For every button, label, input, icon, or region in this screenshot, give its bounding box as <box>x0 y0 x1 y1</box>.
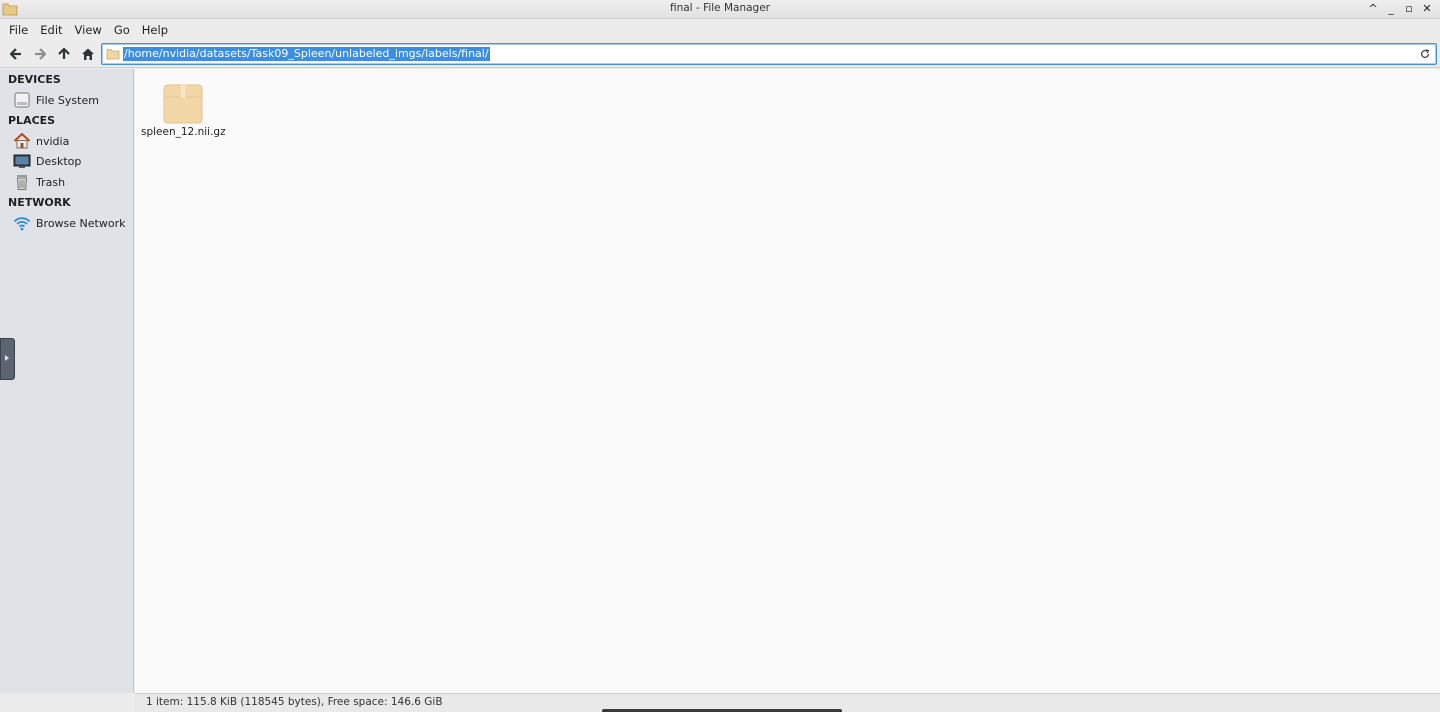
back-button[interactable] <box>5 44 27 64</box>
sidebar-item-label: nvidia <box>36 134 70 148</box>
sidebar-section-network: NETWORK <box>8 196 71 209</box>
sidebar-item-desktop[interactable]: Desktop <box>12 151 132 171</box>
sidebar-toggle-handle[interactable] <box>0 338 15 380</box>
arrow-right-icon <box>35 48 47 60</box>
window-controls: ^ _ ▫ ✕ <box>1364 1 1436 17</box>
file-item[interactable]: spleen_12.nii.gz <box>141 81 226 138</box>
desktop-icon <box>12 152 32 170</box>
title-bar: final - File Manager ^ _ ▫ ✕ <box>0 0 1440 19</box>
arrow-left-icon <box>9 48 21 60</box>
status-text: 1 item: 115.8 KiB (118545 bytes), Free s… <box>146 696 443 708</box>
maximize-button[interactable]: ▫ <box>1400 1 1418 17</box>
drive-icon <box>12 91 32 109</box>
folder-icon <box>106 49 120 60</box>
status-bar: 1 item: 115.8 KiB (118545 bytes), Free s… <box>135 693 1440 712</box>
file-name: spleen_12.nii.gz <box>141 126 226 138</box>
location-path[interactable]: /home/nvidia/datasets/Task09_Spleen/unla… <box>123 47 490 61</box>
home-icon <box>82 48 94 60</box>
menu-go[interactable]: Go <box>108 23 136 37</box>
minimize-button[interactable]: _ <box>1382 1 1400 17</box>
menu-edit[interactable]: Edit <box>34 23 68 37</box>
shade-button[interactable]: ^ <box>1364 1 1382 17</box>
window-title: final - File Manager <box>669 2 771 14</box>
sidebar-item-label: File System <box>36 93 99 107</box>
sidebar-item-label: Trash <box>36 175 66 189</box>
sidebar-section-devices: DEVICES <box>8 73 61 86</box>
reload-button[interactable] <box>1417 46 1433 62</box>
forward-button[interactable] <box>29 44 51 64</box>
sidebar-item-nvidia[interactable]: nvidia <box>12 131 132 151</box>
sidebar-item-browse-network[interactable]: Browse Network <box>12 213 132 233</box>
arrow-up-icon <box>58 47 70 59</box>
network-icon <box>12 214 32 232</box>
menu-file[interactable]: File <box>3 23 34 37</box>
toolbar: /home/nvidia/datasets/Task09_Spleen/unla… <box>0 40 1440 68</box>
menu-bar: File Edit View Go Help <box>0 19 1440 40</box>
sidebar-item-file-system[interactable]: File System <box>12 90 132 110</box>
reload-icon <box>1420 49 1430 58</box>
up-button[interactable] <box>53 44 75 64</box>
trash-icon <box>12 173 32 191</box>
home-button[interactable] <box>77 44 99 64</box>
menu-view[interactable]: View <box>69 23 108 37</box>
sidebar-item-label: Browse Network <box>36 216 126 230</box>
menu-help[interactable]: Help <box>136 23 174 37</box>
archive-icon <box>163 84 203 124</box>
chevron-right-icon <box>5 355 9 361</box>
sidebar-section-places: PLACES <box>8 114 56 127</box>
file-view[interactable]: spleen_12.nii.gz <box>135 69 1440 693</box>
home-icon <box>12 132 32 150</box>
location-bar[interactable]: /home/nvidia/datasets/Task09_Spleen/unla… <box>101 43 1437 65</box>
sidebar-item-trash[interactable]: Trash <box>12 172 132 192</box>
sidebar: DEVICES File System PLACES nvidia Deskto… <box>0 69 134 693</box>
close-button[interactable]: ✕ <box>1418 1 1436 17</box>
sidebar-item-label: Desktop <box>36 154 82 168</box>
